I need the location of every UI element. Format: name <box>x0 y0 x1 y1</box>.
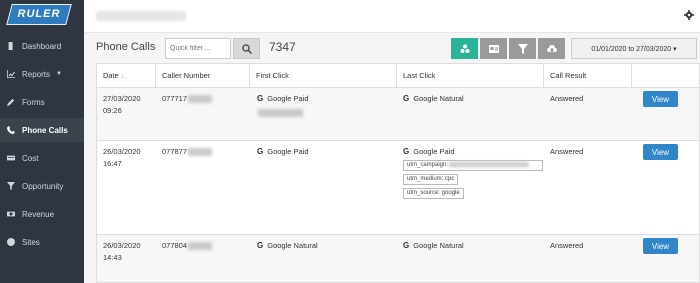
top-bar <box>84 0 700 33</box>
column-call-result[interactable]: Call Result <box>544 64 632 88</box>
last-click: G Google Paid <box>403 147 455 156</box>
redacted-digits <box>188 242 213 251</box>
call-time: 16:47 <box>103 159 122 168</box>
utm-source-tag: utm_source: google <box>403 188 464 199</box>
search-icon <box>241 43 252 54</box>
account-name-redacted[interactable] <box>96 11 186 21</box>
last-click: G Google Natural <box>403 241 464 250</box>
card-icon <box>0 154 22 162</box>
call-time: 14:43 <box>103 253 122 262</box>
utm-medium-tag: utm_medium: cpc <box>403 174 459 185</box>
first-click: G Google Paid <box>257 147 309 156</box>
search-button[interactable] <box>233 38 260 59</box>
first-click: G Google Natural <box>257 241 318 250</box>
view-button[interactable]: View <box>643 238 678 254</box>
sidebar-item-label: Reports <box>22 69 51 79</box>
sort-arrow-icon: ↓ <box>120 71 125 80</box>
chart-icon <box>0 70 22 78</box>
redacted-digits <box>188 95 213 104</box>
sidebar-item-dashboard[interactable]: Dashboard <box>0 34 84 58</box>
google-icon: G <box>257 147 264 156</box>
google-icon: G <box>257 94 264 103</box>
contact-card-button[interactable] <box>480 38 507 59</box>
calls-table: Date ↓ Caller Number First Click Last Cl… <box>96 63 700 283</box>
filter-icon <box>0 182 22 190</box>
share-nodes-icon <box>460 44 469 53</box>
page-title: Phone Calls <box>96 41 156 53</box>
sidebar: RULER Dashboard Reports ▼ Forms Phone Ca… <box>0 0 84 283</box>
column-first-click[interactable]: First Click <box>250 64 397 88</box>
globe-icon <box>0 238 22 246</box>
filter-button[interactable] <box>509 38 536 59</box>
caller-number: 077877 <box>162 147 213 157</box>
table-header: Date ↓ Caller Number First Click Last Cl… <box>97 64 699 88</box>
sidebar-item-reports[interactable]: Reports ▼ <box>0 62 84 86</box>
phone-icon <box>0 126 22 134</box>
first-click: G Google Paid <box>257 94 309 103</box>
google-icon: G <box>403 147 410 156</box>
call-result: Answered <box>550 94 584 103</box>
redacted-campaign <box>258 109 303 118</box>
caller-number: 077717 <box>162 94 213 104</box>
view-button[interactable]: View <box>643 91 678 107</box>
page-header: Phone Calls 7347 01/01/2020 to 27/03/202… <box>84 33 700 63</box>
gear-icon[interactable] <box>684 10 694 20</box>
call-date: 26/03/2020 <box>103 241 141 250</box>
view-button[interactable]: View <box>643 144 678 160</box>
column-last-click[interactable]: Last Click <box>397 64 544 88</box>
call-result: Answered <box>550 241 584 250</box>
sidebar-item-label: Dashboard <box>22 41 62 51</box>
sidebar-item-label: Cost <box>22 153 39 163</box>
google-icon: G <box>403 241 410 250</box>
pencil-icon <box>0 98 22 106</box>
sidebar-item-label: Sites <box>22 237 40 247</box>
dashboard-icon <box>0 42 22 50</box>
result-count: 7347 <box>269 40 296 54</box>
last-click: G Google Natural <box>403 94 464 103</box>
google-icon: G <box>257 241 264 250</box>
table-row[interactable]: 26/03/2020 16:47 077877 G Google Paid G Go… <box>97 141 699 235</box>
table-row[interactable]: 26/03/2020 14:43 077804 G Google Natural … <box>97 235 699 282</box>
sidebar-item-label: Revenue <box>22 209 55 219</box>
table-row[interactable]: 27/03/2020 09:26 077717 G Google Paid G Go… <box>97 88 699 141</box>
sidebar-item-cost[interactable]: Cost <box>0 146 84 170</box>
logo-text: RULER <box>17 8 61 20</box>
logo[interactable]: RULER <box>0 0 84 33</box>
utm-campaign-tag: utm_campaign: <box>403 160 543 171</box>
sidebar-item-phone-calls[interactable]: Phone Calls <box>0 118 84 142</box>
download-button[interactable] <box>538 38 565 59</box>
redacted-digits <box>188 148 213 157</box>
filter-icon <box>517 43 528 54</box>
date-range-picker[interactable]: 01/01/2020 to 27/03/2020 ▾ <box>571 38 697 59</box>
chevron-down-icon: ▼ <box>56 71 62 77</box>
cloud-download-icon <box>546 44 557 52</box>
channels-button[interactable] <box>451 38 478 59</box>
id-card-icon <box>488 44 499 53</box>
money-icon <box>0 210 22 218</box>
google-icon: G <box>403 94 410 103</box>
call-date: 27/03/2020 <box>103 94 141 103</box>
call-time: 09:26 <box>103 106 122 115</box>
caller-number: 077804 <box>162 241 213 251</box>
sidebar-item-sites[interactable]: Sites <box>0 230 84 254</box>
redacted-campaign <box>449 161 530 167</box>
sidebar-item-opportunity[interactable]: Opportunity <box>0 174 84 198</box>
call-result: Answered <box>550 147 584 156</box>
quick-filter-input[interactable] <box>165 38 231 59</box>
sidebar-item-revenue[interactable]: Revenue <box>0 202 84 226</box>
column-caller-number[interactable]: Caller Number <box>156 64 250 88</box>
sidebar-item-label: Forms <box>22 97 45 107</box>
sidebar-item-label: Opportunity <box>22 181 64 191</box>
sidebar-item-label: Phone Calls <box>22 125 68 135</box>
column-date[interactable]: Date ↓ <box>97 64 156 88</box>
sidebar-item-forms[interactable]: Forms <box>0 90 84 114</box>
call-date: 26/03/2020 <box>103 147 141 156</box>
